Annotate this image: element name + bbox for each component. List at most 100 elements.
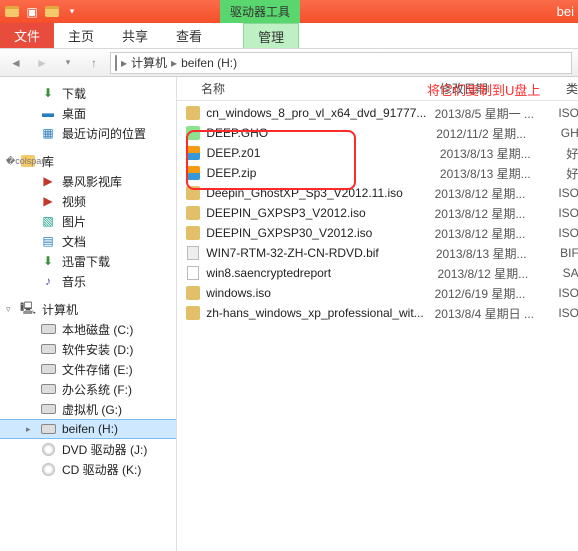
nav-drive-item[interactable]: 软件安装 (D:) xyxy=(0,339,176,359)
zip-icon xyxy=(185,165,201,181)
file-name: zh-hans_windows_xp_professional_wit... xyxy=(206,306,434,320)
nav-item[interactable]: ▤文档 xyxy=(0,231,176,251)
drv-icon xyxy=(40,421,56,437)
nav-label: 最近访问的位置 xyxy=(62,125,146,142)
file-menu-button[interactable]: 文件 xyxy=(0,23,54,48)
nav-label: 桌面 xyxy=(62,105,86,122)
breadcrumb-folder[interactable]: beifen (H:) xyxy=(181,56,237,70)
disc-icon xyxy=(185,285,200,301)
file-date: 2013/8/12 星期... xyxy=(437,265,562,282)
nav-item[interactable]: ▧ 图片 xyxy=(0,211,176,231)
nav-drive-item[interactable]: DVD 驱动器 (J:) xyxy=(0,439,176,459)
file-type: SA xyxy=(563,266,578,280)
navigation-toolbar: ◄ ► ▾ ↑ ▸ 计算机 ▸ beifen (H:) xyxy=(0,49,578,77)
nav-drive-item[interactable]: CD 驱动器 (K:) xyxy=(0,459,176,479)
file-date: 2013/8/13 星期... xyxy=(440,145,566,162)
nav-label: 本地磁盘 (C:) xyxy=(62,321,133,338)
quick-access-toolbar: ▣ ▾ xyxy=(4,4,80,20)
file-row[interactable]: DEEPIN_GXPSP3_V2012.iso2013/8/12 星期...IS… xyxy=(177,203,578,223)
file-list-pane: 将它们复制到U盘上 名称 修改日期 类 cn_windows_8_pro_vl_… xyxy=(177,77,578,551)
file-type: ISO xyxy=(558,206,578,220)
file-date: 2013/8/4 星期日 ... xyxy=(435,305,559,322)
file-type: 好 xyxy=(566,165,578,182)
nav-drive-item[interactable]: 虚拟机 (G:) xyxy=(0,399,176,419)
nav-label: 下载 xyxy=(62,85,86,102)
nav-item[interactable]: ⬇下载 xyxy=(0,83,176,103)
file-row[interactable]: DEEP.z012013/8/13 星期...好 xyxy=(177,143,578,163)
file-row[interactable]: zh-hans_windows_xp_professional_wit...20… xyxy=(177,303,578,323)
file-type: ISO xyxy=(558,106,578,120)
nav-label: 软件安装 (D:) xyxy=(62,341,133,358)
desk-icon: ▬ xyxy=(40,105,56,121)
file-row[interactable]: windows.iso2012/6/19 星期...ISO xyxy=(177,283,578,303)
nav-item[interactable]: ▶暴风影视库 xyxy=(0,171,176,191)
file-row[interactable]: win8.saencryptedreport2013/8/12 星期...SA xyxy=(177,263,578,283)
nav-label: beifen (H:) xyxy=(62,422,118,436)
properties-icon[interactable]: ▣ xyxy=(24,4,40,20)
file-type: GH xyxy=(561,126,578,140)
chevron-right-icon: ▸ xyxy=(171,56,177,70)
file-name: WIN7-RTM-32-ZH-CN-RDVD.bif xyxy=(206,246,436,260)
window-title-fragment: bei xyxy=(557,4,574,19)
file-type: BIF xyxy=(560,246,578,260)
nav-library-header[interactable]: �colspan▿库 xyxy=(0,151,176,171)
file-date: 2012/6/19 星期... xyxy=(435,285,559,302)
nav-label: DVD 驱动器 (J:) xyxy=(62,441,147,458)
drv-icon xyxy=(40,401,56,417)
file-row[interactable]: Deepin_GhostXP_Sp3_V2012.11.iso2013/8/12… xyxy=(177,183,578,203)
tab-view[interactable]: 查看 xyxy=(162,23,216,48)
drv-icon xyxy=(40,321,56,337)
nav-back-button[interactable]: ◄ xyxy=(6,53,26,73)
file-name: DEEP.z01 xyxy=(207,146,440,160)
sa-icon xyxy=(185,265,200,281)
file-name: Deepin_GhostXP_Sp3_V2012.11.iso xyxy=(206,186,434,200)
nav-drive-item[interactable]: 本地磁盘 (C:) xyxy=(0,319,176,339)
file-name: cn_windows_8_pro_vl_x64_dvd_91777... xyxy=(206,106,434,120)
nav-item[interactable]: ▶视频 xyxy=(0,191,176,211)
annotation-text: 将它们复制到U盘上 xyxy=(427,80,540,99)
tab-share[interactable]: 共享 xyxy=(108,23,162,48)
nav-drive-item[interactable]: 办公系统 (F:) xyxy=(0,379,176,399)
address-bar[interactable]: ▸ 计算机 ▸ beifen (H:) xyxy=(110,52,572,74)
nav-item[interactable]: ▬ 桌面 xyxy=(0,103,176,123)
disc-icon xyxy=(185,305,200,321)
file-name: DEEP.zip xyxy=(207,166,440,180)
nav-history-dropdown[interactable]: ▾ xyxy=(58,53,78,73)
nav-item[interactable]: ⬇ 迅雷下载 xyxy=(0,251,176,271)
dl-icon: ⬇ xyxy=(40,253,56,269)
breadcrumb-computer[interactable]: 计算机 xyxy=(131,54,167,71)
nav-label: 文件存储 (E:) xyxy=(62,361,133,378)
recent-icon: ▦ xyxy=(40,125,56,141)
ribbon-tabs: 文件 主页 共享 查看 管理 xyxy=(0,23,578,49)
file-name: windows.iso xyxy=(206,286,434,300)
file-row[interactable]: cn_windows_8_pro_vl_x64_dvd_91777...2013… xyxy=(177,103,578,123)
tab-home[interactable]: 主页 xyxy=(54,23,108,48)
nav-drive-item[interactable]: ▸beifen (H:) xyxy=(0,419,176,439)
nav-label: 图片 xyxy=(62,213,86,230)
file-date: 2012/11/2 星期... xyxy=(436,125,561,142)
nav-item[interactable]: ♪音乐 xyxy=(0,271,176,291)
column-name[interactable]: 名称 xyxy=(177,80,440,97)
column-type[interactable]: 类 xyxy=(566,80,578,97)
disc-icon xyxy=(185,105,200,121)
open-folder-icon[interactable] xyxy=(44,4,60,20)
nav-up-button[interactable]: ↑ xyxy=(84,53,104,73)
nav-label: 迅雷下载 xyxy=(62,253,110,270)
qat-dropdown-icon[interactable]: ▾ xyxy=(64,4,80,20)
file-row[interactable]: DEEP.zip2013/8/13 星期...好 xyxy=(177,163,578,183)
pic-icon: ▧ xyxy=(40,213,56,229)
tab-manage[interactable]: 管理 xyxy=(243,23,299,48)
file-row[interactable]: DEEPIN_GXPSP30_V2012.iso2013/8/12 星期...I… xyxy=(177,223,578,243)
navigation-pane: ⬇下载▬桌面▦最近访问的位置 �colspan▿库 ▶暴风影视库▶视频▧图片▤文… xyxy=(0,77,177,551)
nav-computer-header[interactable]: ▿🖳计算机 xyxy=(0,299,176,319)
folder-icon[interactable] xyxy=(4,4,20,20)
file-row[interactable]: WIN7-RTM-32-ZH-CN-RDVD.bif2013/8/13 星期..… xyxy=(177,243,578,263)
zip-icon xyxy=(185,145,201,161)
nav-item[interactable]: ▦ 最近访问的位置 xyxy=(0,123,176,143)
nav-drive-item[interactable]: 文件存储 (E:) xyxy=(0,359,176,379)
file-date: 2013/8/12 星期... xyxy=(435,225,559,242)
vid-icon: ▶ xyxy=(40,193,56,209)
file-row[interactable]: DEEP.GHO2012/11/2 星期...GH xyxy=(177,123,578,143)
file-date: 2013/8/13 星期... xyxy=(436,245,560,262)
nav-forward-button[interactable]: ► xyxy=(32,53,52,73)
